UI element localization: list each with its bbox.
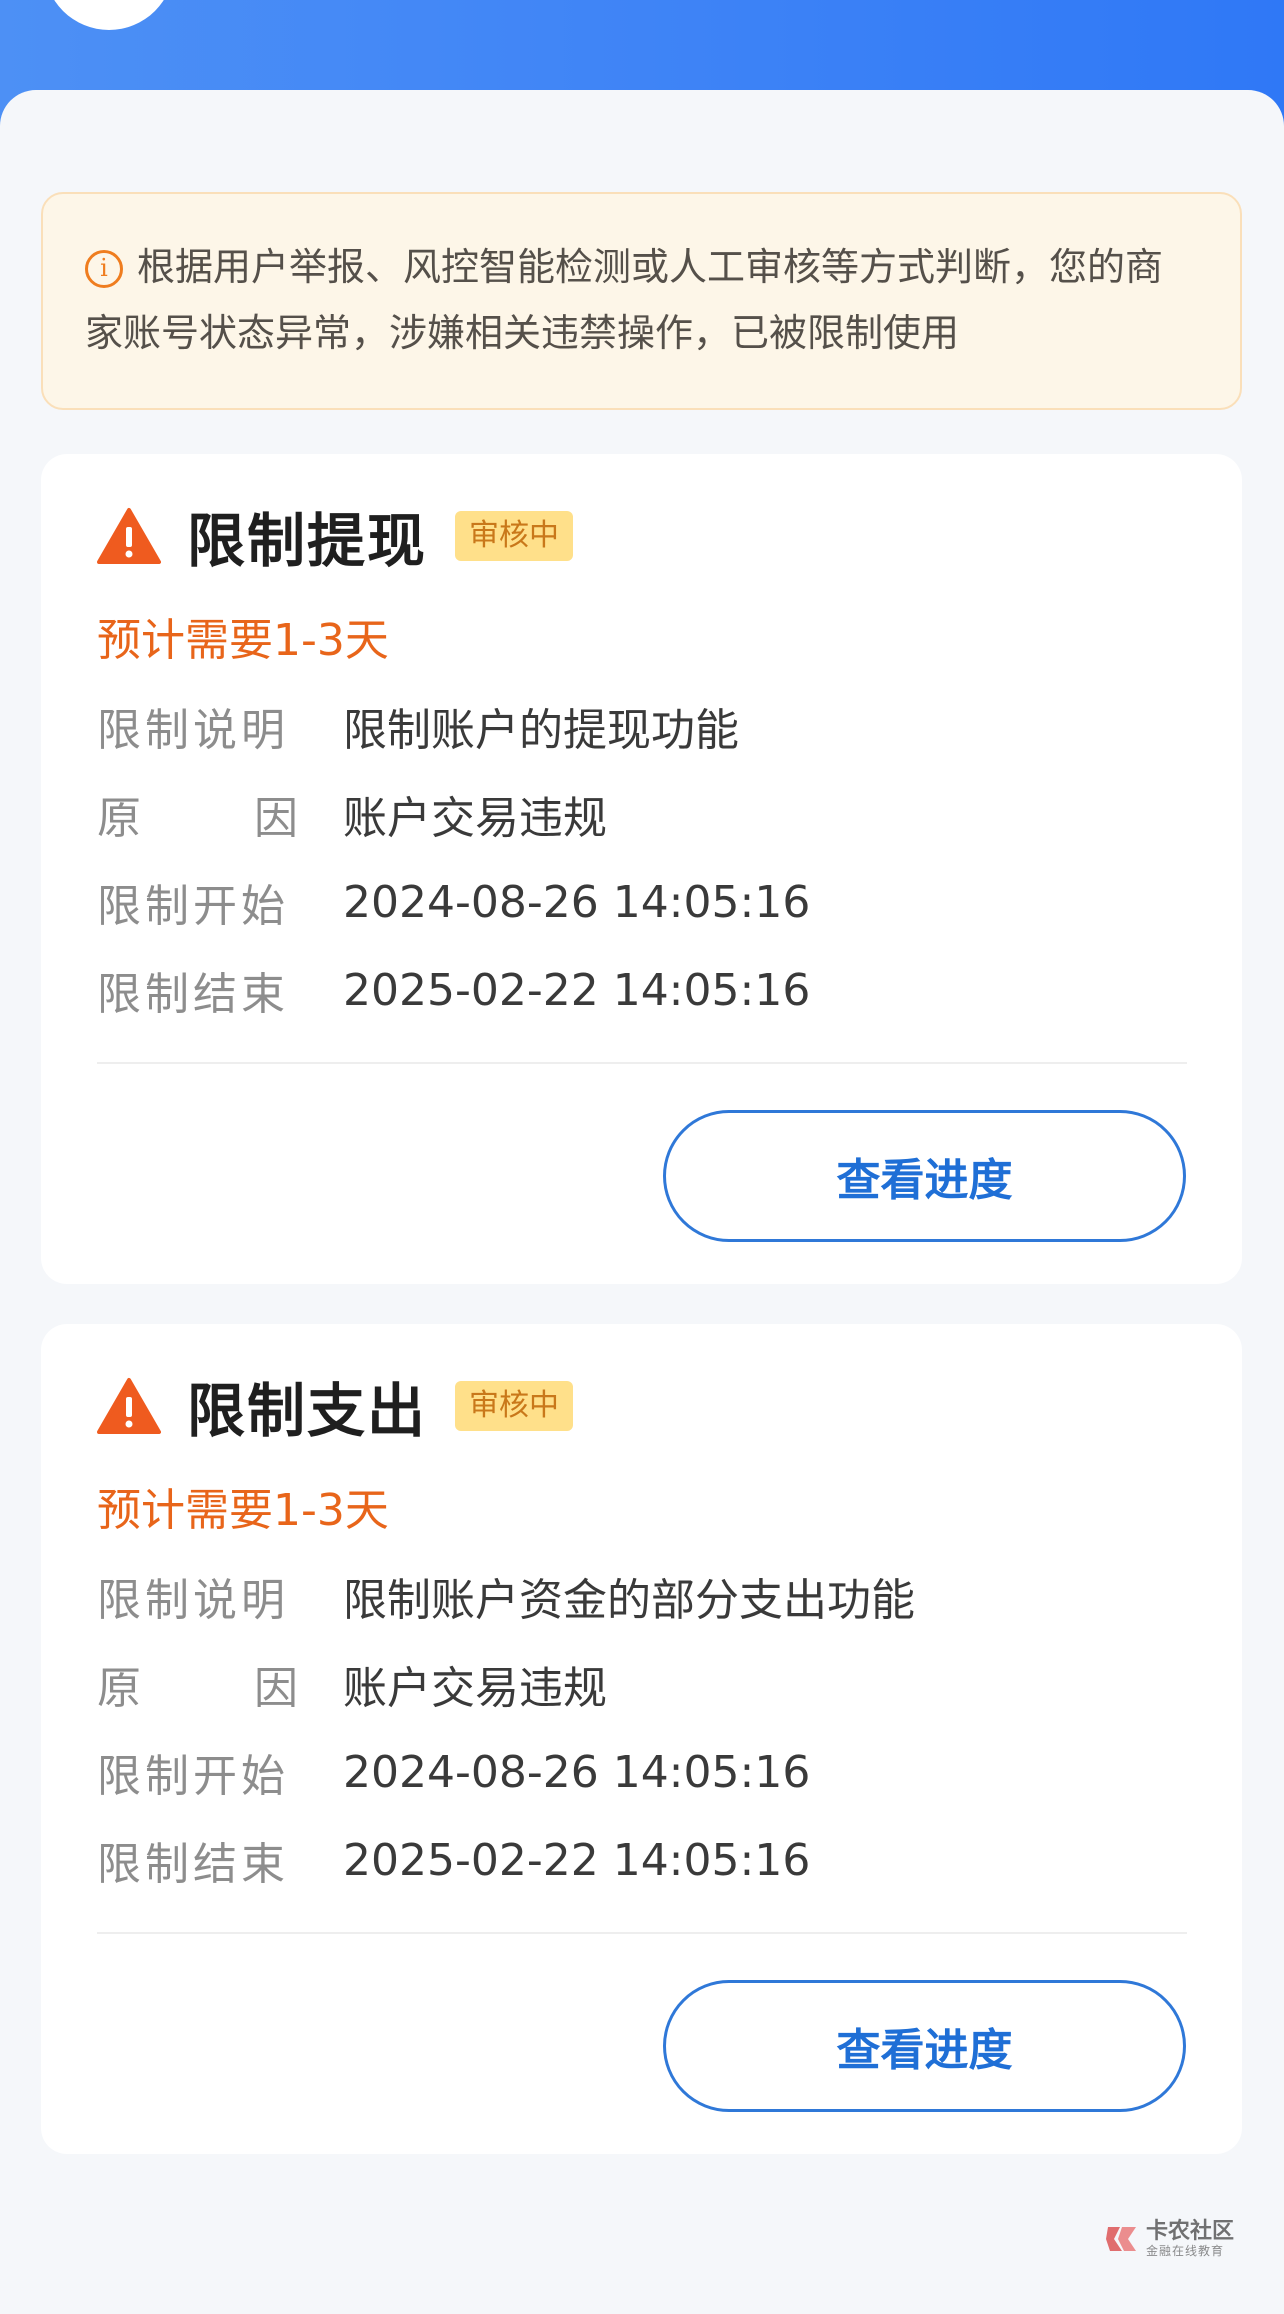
divider (97, 1932, 1187, 1934)
row-label: 限制开始 (97, 1751, 289, 1802)
view-progress-button[interactable]: 查看进度 (663, 1980, 1186, 2112)
detail-row-start: 限制开始 2024-08-26 14:05:16 (97, 1728, 1197, 1816)
watermark-text: 卡农社区 金融在线教育 (1146, 2219, 1235, 2259)
detail-rows: 限制说明 限制账户资金的部分支出功能 原 因 账户交易违规 限制开始 2024-… (97, 1552, 1197, 1904)
row-value: 2025-02-22 14:05:16 (343, 1834, 811, 1886)
detail-row-reason: 原 因 账户交易违规 (97, 770, 1197, 858)
warning-triangle-icon (97, 508, 161, 564)
status-badge: 审核中 (455, 511, 574, 561)
divider (97, 1062, 1187, 1064)
card-header: 限制提现 审核中 (97, 496, 574, 576)
card-title: 限制支出 (187, 1377, 428, 1445)
row-label: 限制结束 (97, 969, 289, 1020)
row-label: 限制说明 (97, 1575, 289, 1626)
warning-triangle-icon (97, 1378, 161, 1434)
row-label: 原 因 (97, 1652, 302, 1716)
card-title: 限制提现 (187, 507, 428, 575)
row-value: 2025-02-22 14:05:16 (343, 964, 811, 1016)
detail-row-end: 限制结束 2025-02-22 14:05:16 (97, 1816, 1197, 1904)
row-value: 限制账户的提现功能 (343, 705, 739, 756)
row-value: 账户交易违规 (343, 1663, 607, 1714)
row-label: 限制开始 (97, 881, 289, 932)
restriction-card-withdraw: 限制提现 审核中 预计需要1-3天 限制说明 限制账户的提现功能 原 因 账户交… (41, 454, 1242, 1284)
watermark-logo-icon (1106, 2227, 1136, 2251)
row-value: 2024-08-26 14:05:16 (343, 1746, 811, 1798)
restriction-notice: i 根据用户举报、风控智能检测或人工审核等方式判断，您的商家账号状态异常，涉嫌相关… (41, 192, 1242, 410)
notice-text-wrap: i 根据用户举报、风控智能检测或人工审核等方式判断，您的商家账号状态异常，涉嫌相关… (85, 234, 1200, 366)
detail-row-end: 限制结束 2025-02-22 14:05:16 (97, 946, 1197, 1034)
row-label: 限制结束 (97, 1839, 289, 1890)
estimate-text: 预计需要1-3天 (97, 1485, 389, 1536)
detail-rows: 限制说明 限制账户的提现功能 原 因 账户交易违规 限制开始 2024-08-2… (97, 682, 1197, 1034)
info-circle-icon: i (85, 250, 123, 288)
content-area: i 根据用户举报、风控智能检测或人工审核等方式判断，您的商家账号状态异常，涉嫌相关… (0, 90, 1284, 2314)
page: i 根据用户举报、风控智能检测或人工审核等方式判断，您的商家账号状态异常，涉嫌相关… (0, 0, 1284, 2314)
row-value: 账户交易违规 (343, 793, 607, 844)
avatar[interactable] (44, 0, 174, 30)
status-badge: 审核中 (455, 1381, 574, 1431)
estimate-text: 预计需要1-3天 (97, 615, 389, 666)
restriction-card-spending: 限制支出 审核中 预计需要1-3天 限制说明 限制账户资金的部分支出功能 原 因… (41, 1324, 1242, 2154)
row-label-right: 因 (254, 1663, 302, 1714)
watermark-title: 卡农社区 (1146, 2219, 1235, 2244)
detail-row-start: 限制开始 2024-08-26 14:05:16 (97, 858, 1197, 946)
detail-row-description: 限制说明 限制账户资金的部分支出功能 (97, 1552, 1197, 1640)
watermark-subtitle: 金融在线教育 (1146, 2244, 1225, 2258)
row-value: 2024-08-26 14:05:16 (343, 876, 811, 928)
row-label-right: 因 (254, 793, 302, 844)
card-header: 限制支出 审核中 (97, 1366, 574, 1446)
row-label: 原 因 (97, 782, 302, 846)
row-label-left: 原 (97, 1663, 145, 1714)
notice-text: 根据用户举报、风控智能检测或人工审核等方式判断，您的商家账号状态异常，涉嫌相关违… (85, 245, 1164, 355)
detail-row-reason: 原 因 账户交易违规 (97, 1640, 1197, 1728)
detail-row-description: 限制说明 限制账户的提现功能 (97, 682, 1197, 770)
view-progress-button[interactable]: 查看进度 (663, 1110, 1186, 1242)
row-value: 限制账户资金的部分支出功能 (343, 1575, 915, 1626)
row-label-left: 原 (97, 793, 145, 844)
row-label: 限制说明 (97, 705, 289, 756)
watermark: 卡农社区 金融在线教育 (1104, 2220, 1234, 2258)
